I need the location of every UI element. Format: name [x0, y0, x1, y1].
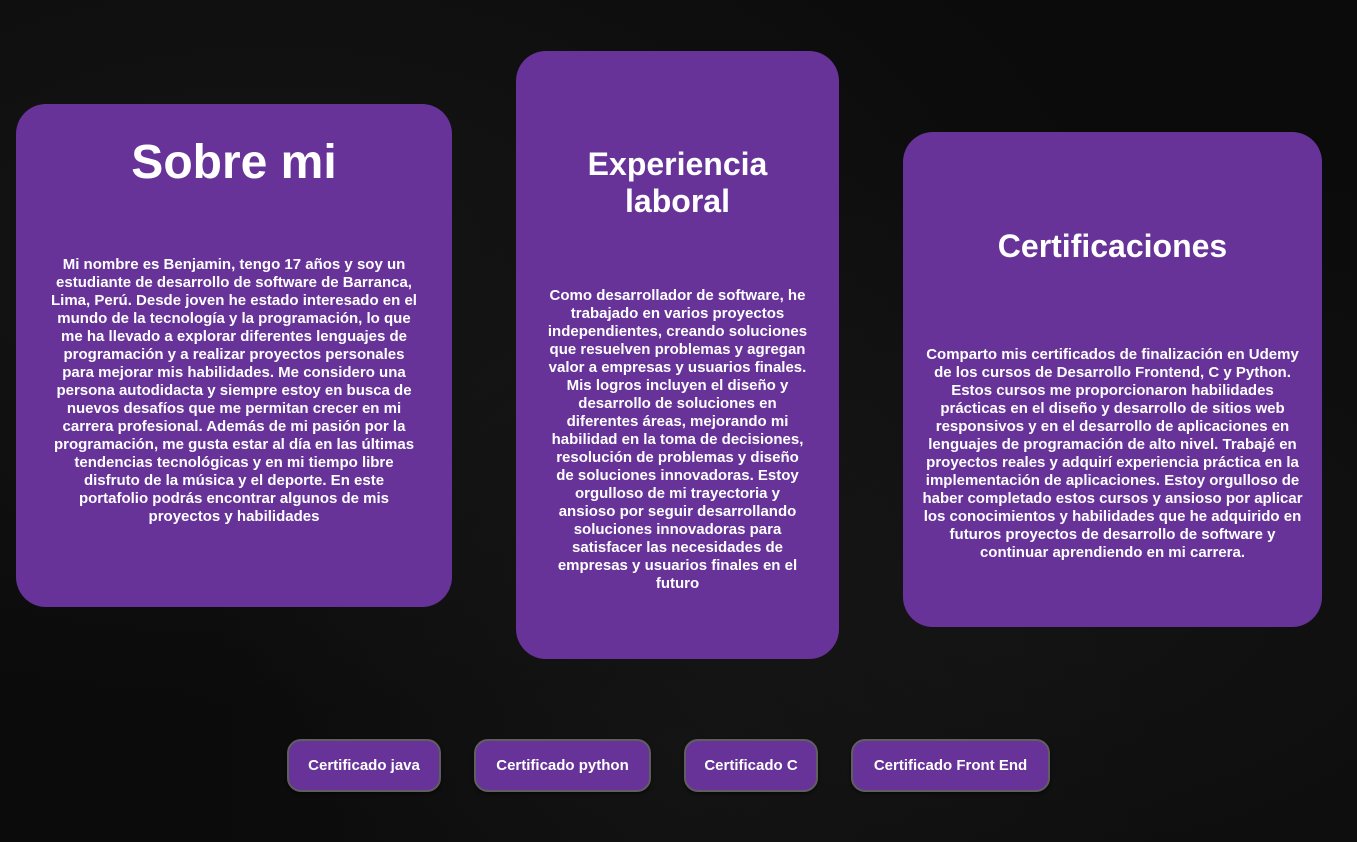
experience-card: Experiencia laboral Como desarrollador d…	[516, 51, 839, 659]
certifications-card: Certificaciones Comparto mis certificado…	[903, 132, 1322, 627]
about-card: Sobre mi Mi nombre es Benjamin, tengo 17…	[16, 104, 452, 607]
about-text: Mi nombre es Benjamin, tengo 17 años y s…	[51, 256, 417, 525]
certifications-title: Certificaciones	[997, 228, 1228, 264]
certificate-c-button[interactable]: Certificado C	[684, 739, 818, 792]
about-title: Sobre mi	[131, 136, 337, 189]
experience-text: Como desarrollador de software, he traba…	[547, 287, 808, 592]
experience-title: Experiencia laboral	[587, 146, 768, 219]
certificate-java-button[interactable]: Certificado java	[287, 739, 441, 792]
certificate-python-button[interactable]: Certificado python	[474, 739, 651, 792]
certificate-frontend-button[interactable]: Certificado Front End	[851, 739, 1050, 792]
certifications-text: Comparto mis certificados de finalizació…	[922, 346, 1303, 561]
